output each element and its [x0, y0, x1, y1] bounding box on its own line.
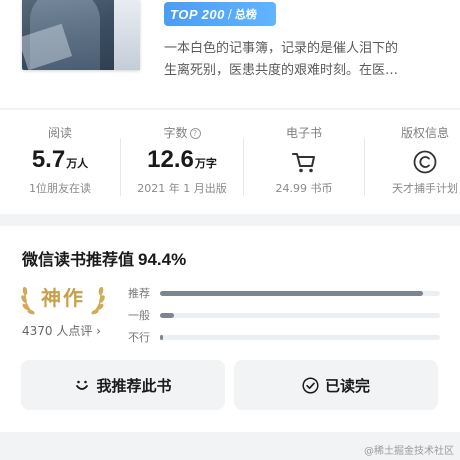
top200-badge[interactable]: TOP 200 / 总榜 [164, 2, 276, 26]
info-icon[interactable]: ? [189, 128, 201, 139]
chevron-right-icon: › [92, 324, 101, 338]
cart-icon [292, 153, 315, 173]
recommendation-card: 微信读书推荐值 94.4% 神作 4370 人点评 › 推荐 一般 不行 我推荐… [0, 226, 460, 432]
badge-category: 总榜 [234, 8, 257, 21]
check-circle-icon [302, 376, 319, 394]
book-header: TOP 200 / 总榜 一本白色的记事簿，记录的是催人泪下的 生离死别，医患共… [0, 0, 460, 108]
rating-label: 神作 [41, 286, 85, 310]
finished-reading-button[interactable]: 已读完 [234, 360, 438, 410]
bar-fill [160, 334, 163, 340]
words-value: 12.6 [147, 146, 194, 173]
book-cover[interactable] [22, 0, 140, 70]
ebook-price: 24.99 书币 [275, 182, 333, 195]
recommend-percent: 94.4% [138, 250, 187, 269]
copyright-holder: 天才捕手计划 [392, 182, 458, 195]
copyright-icon [413, 150, 437, 174]
publish-date: 2021 年 1 月出版 [137, 182, 227, 195]
stat-copyright[interactable]: 版权信息 天才捕手计划 [365, 110, 460, 214]
rating-bars: 推荐 一般 不行 [128, 282, 440, 348]
raters-link[interactable]: 4370 人点评 › [22, 322, 101, 339]
book-stats: 阅读 5.7 万人 1位朋友在读 字数? 12.6 万字 2021 年 1 月出… [0, 110, 460, 214]
stat-words[interactable]: 字数? 12.6 万字 2021 年 1 月出版 [121, 110, 243, 214]
bar-fill [160, 290, 424, 296]
bar-row-recommend: 推荐 [128, 282, 440, 304]
watermark: @稀土掘金技术社区 [364, 446, 454, 457]
recommend-title: 微信读书推荐值 94.4% [22, 250, 187, 269]
book-intro[interactable]: 一本白色的记事簿，记录的是催人泪下的 生离死别，医患共度的艰难时刻。在医… [164, 38, 434, 82]
bar-fill [160, 312, 174, 318]
reads-value: 5.7 [31, 146, 66, 173]
bar-row-bad: 不行 [128, 326, 440, 348]
friends-reading: 1位朋友在读 [29, 182, 91, 195]
badge-top-label: TOP 200 [170, 6, 225, 22]
stat-ebook[interactable]: 电子书 24.99 书币 [244, 110, 364, 214]
smile-icon [76, 380, 89, 390]
stat-reads[interactable]: 阅读 5.7 万人 1位朋友在读 [0, 110, 120, 214]
bar-row-average: 一般 [128, 304, 440, 326]
recommend-button[interactable]: 我推荐此书 [21, 360, 225, 410]
